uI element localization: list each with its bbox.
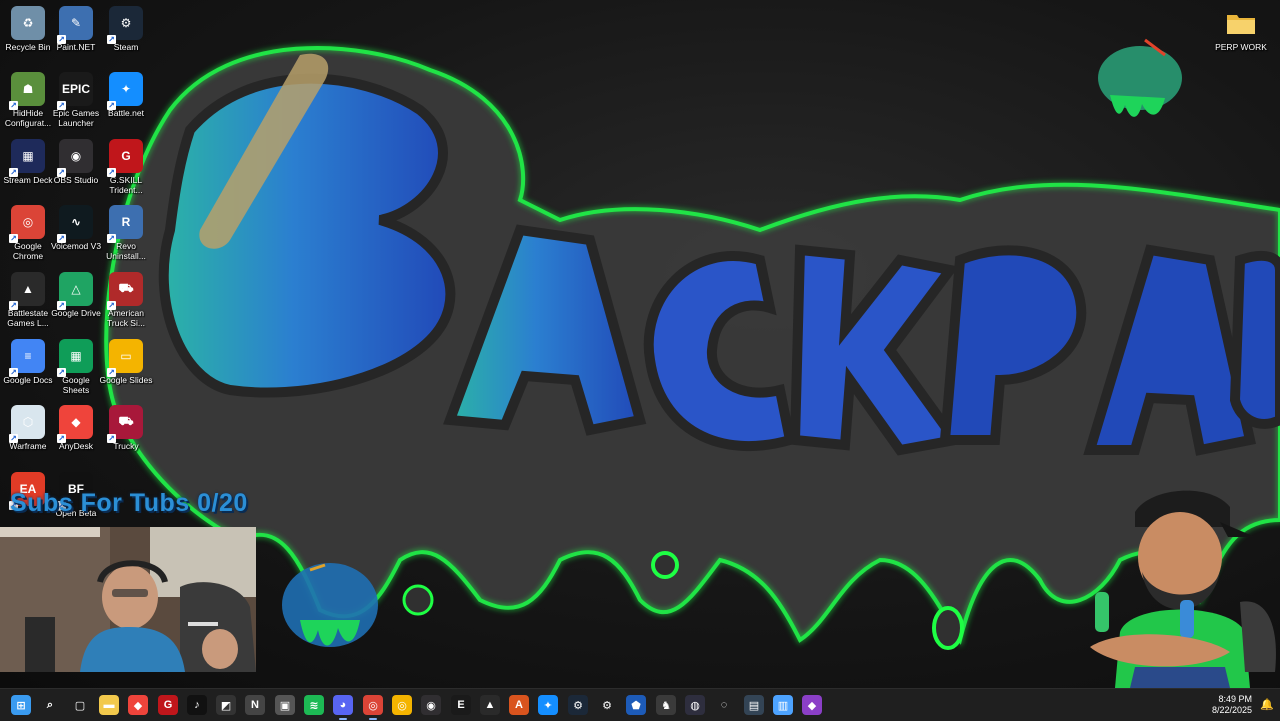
- epic-games-icon: EPIC: [57, 72, 93, 110]
- stream-deck-icon: ▦: [9, 139, 45, 177]
- desktop-icon-label: Google Sheets: [62, 375, 90, 395]
- taskbar: ⊞ ⌕ ▢ ▬ ◆ G ♪ ◩ N ▣ ≋ ◕ ◎ ◎ ◉ E ▲ A ✦ ⚙ ⚙ ⬟ ♞ ◍ ◌ ▤ ▥ ◆ 8:49 PM 8/2…: [0, 688, 1280, 721]
- taskbar-task-view-icon[interactable]: ▢: [70, 695, 90, 715]
- desktop-icon-steam[interactable]: ⚙Steam: [98, 6, 154, 52]
- taskbar-battle-net-icon[interactable]: ✦: [538, 695, 558, 715]
- taskbar-obs-studio-icon[interactable]: ◉: [421, 695, 441, 715]
- webcam-feed: [0, 527, 256, 672]
- taskbar-google-chrome-icon[interactable]: ◎: [363, 695, 383, 720]
- taskbar-purple-app-icon[interactable]: ◆: [802, 695, 822, 715]
- taskbar-game-shield-icon[interactable]: ♞: [656, 695, 676, 715]
- desktop-icon-voicemod[interactable]: ∿Voicemod V3: [48, 205, 104, 251]
- google-sheets-icon: ▦: [57, 339, 93, 377]
- desktop-icon-anydesk[interactable]: ◆AnyDesk: [48, 405, 104, 451]
- desktop-icon-label: Epic Games Launcher: [52, 108, 100, 128]
- desktop-icon-revo-uninstaller[interactable]: RRevo Uninstall...: [98, 205, 154, 261]
- folder-icon: [1224, 6, 1258, 40]
- google-slides-icon: ▭: [107, 339, 143, 377]
- recycle-bin-icon: ♻: [11, 6, 45, 40]
- american-truck-icon: ⛟: [107, 272, 143, 310]
- trucky-icon: ⛟: [107, 405, 143, 443]
- mascot-character-graphic: [1080, 482, 1280, 688]
- desktop-icon-google-drive[interactable]: △Google Drive: [48, 272, 104, 318]
- desktop-icon-american-truck[interactable]: ⛟American Truck Si...: [98, 272, 154, 328]
- taskbar-ark-icon[interactable]: A: [509, 695, 529, 715]
- taskbar-rocket-league-icon[interactable]: ⬟: [626, 695, 646, 715]
- webcam-image: [0, 527, 256, 672]
- clock-time: 8:49 PM: [1218, 694, 1252, 704]
- anydesk-icon: ◆: [57, 405, 93, 443]
- desktop-icon-obs-studio[interactable]: ◉OBS Studio: [48, 139, 104, 185]
- google-drive-icon: △: [57, 272, 93, 310]
- taskbar-steam-icon[interactable]: ⚙: [568, 695, 588, 715]
- taskbar-gear-icon[interactable]: ⚙: [597, 695, 617, 715]
- taskbar-battlestate-icon[interactable]: ▲: [480, 695, 500, 715]
- system-clock[interactable]: 8:49 PM 8/22/2025: [1212, 694, 1252, 716]
- desktop-icon-google-sheets[interactable]: ▦Google Sheets: [48, 339, 104, 395]
- taskbar-photo-app-icon[interactable]: ▣: [275, 695, 295, 715]
- desktop-icon-label: American Truck Si...: [107, 308, 145, 328]
- desktop-icon-battle-net[interactable]: ✦Battle.net: [98, 72, 154, 118]
- taskbar-gskill-icon[interactable]: G: [158, 695, 178, 715]
- taskbar-spotify-icon[interactable]: ≋: [304, 695, 324, 715]
- taskbar-tiktok-icon[interactable]: ♪: [187, 695, 207, 715]
- desktop-icon-label: G.SKILL Trident...: [109, 175, 143, 195]
- small-logo-top-right: [1098, 38, 1182, 117]
- hidhide-icon: ☗: [9, 72, 45, 110]
- revo-uninstaller-icon: R: [107, 205, 143, 243]
- notification-bell-icon[interactable]: 🔔: [1260, 699, 1274, 711]
- taskbar-search-icon[interactable]: ⌕: [40, 695, 60, 715]
- taskbar-game-card-icon[interactable]: ▤: [744, 695, 764, 715]
- desktop-icon-trucky[interactable]: ⛟Trucky: [98, 405, 154, 451]
- desktop-icon-gskill[interactable]: GG.SKILL Trident...: [98, 139, 154, 195]
- desktop-icon-perp-work[interactable]: PERP WORK: [1213, 6, 1269, 52]
- desktop-icon-google-slides[interactable]: ▭Google Slides: [98, 339, 154, 385]
- taskbar-notepad-icon[interactable]: ▥: [773, 695, 793, 715]
- desktop-icon-epic-games[interactable]: EPICEpic Games Launcher: [48, 72, 104, 128]
- desktop-icon-label: Revo Uninstall...: [106, 241, 146, 261]
- obs-studio-icon: ◉: [57, 139, 93, 177]
- taskbar-cursor-app-icon[interactable]: ◩: [216, 695, 236, 715]
- battlestate-icon: ▲: [9, 272, 45, 310]
- desktop-icon-label: PERP WORK: [1215, 42, 1267, 52]
- taskbar-anydesk-icon[interactable]: ◆: [128, 695, 148, 715]
- steam-icon: ⚙: [107, 6, 143, 44]
- taskbar-compass-icon[interactable]: ◌: [714, 695, 734, 715]
- taskbar-file-explorer-icon[interactable]: ▬: [99, 695, 119, 715]
- desktop-icon-paint-net[interactable]: ✎Paint.NET: [48, 6, 104, 52]
- gskill-icon: G: [107, 139, 143, 177]
- google-chrome-icon: ◎: [9, 205, 45, 243]
- paint-net-icon: ✎: [57, 6, 93, 44]
- google-docs-icon: ≡: [9, 339, 45, 377]
- clock-date: 8/22/2025: [1211, 705, 1252, 715]
- taskbar-windows-start-icon[interactable]: ⊞: [11, 695, 31, 715]
- subs-goal-overlay: Subs For Tubs 0/20: [10, 489, 248, 517]
- taskbar-controller-icon[interactable]: ◍: [685, 695, 705, 715]
- warframe-icon: ⬡: [9, 405, 45, 443]
- taskbar-epic-games-icon[interactable]: E: [451, 695, 471, 715]
- voicemod-icon: ∿: [57, 205, 93, 243]
- battle-net-icon: ✦: [107, 72, 143, 110]
- taskbar-notepad-plus-icon[interactable]: N: [245, 695, 265, 715]
- taskbar-discord-icon[interactable]: ◕: [333, 695, 353, 720]
- taskbar-google-chrome-icon[interactable]: ◎: [392, 695, 412, 715]
- small-logo-bottom: [282, 563, 378, 647]
